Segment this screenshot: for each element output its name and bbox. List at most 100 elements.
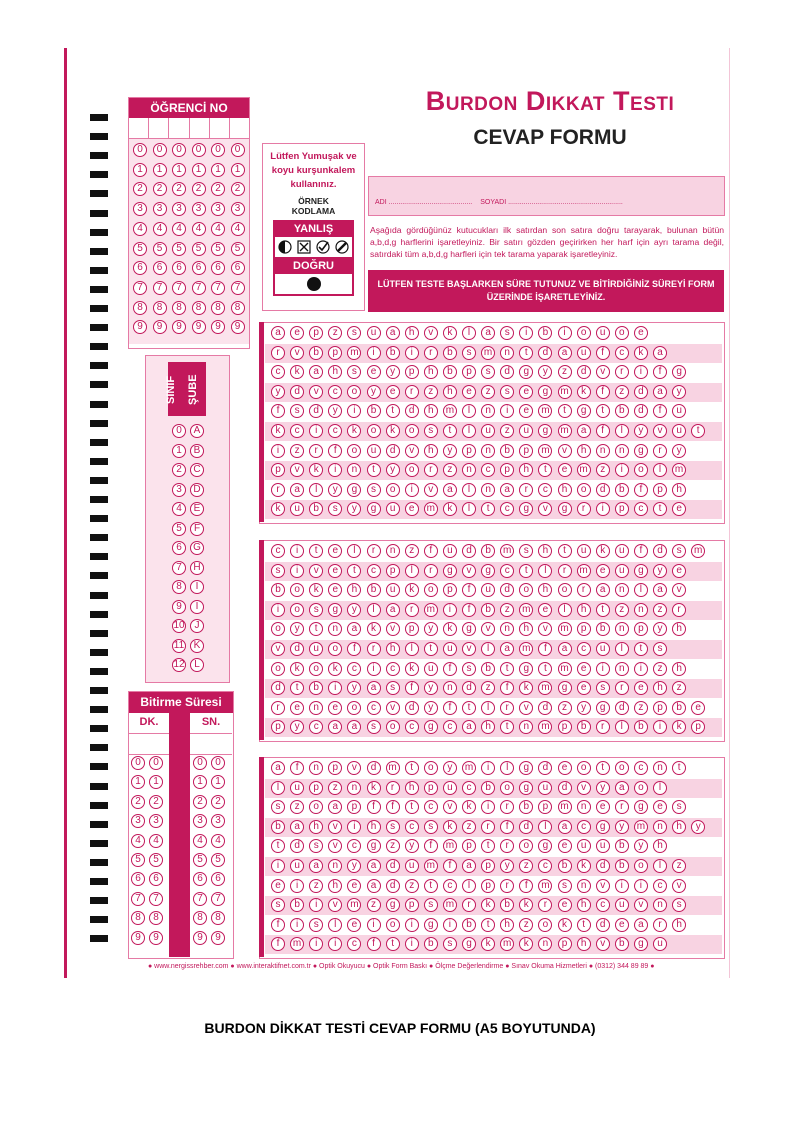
letter-bubble[interactable]: m <box>538 443 553 458</box>
letter-bubble[interactable]: h <box>672 482 687 497</box>
seconds-ones-bubble[interactable]: 9 <box>211 930 225 945</box>
class-bubble[interactable]: 10 <box>172 619 186 633</box>
letter-bubble[interactable]: e <box>595 800 610 815</box>
letter-bubble[interactable]: o <box>633 859 648 873</box>
letter-bubble[interactable]: a <box>653 345 667 360</box>
letter-bubble[interactable]: r <box>519 482 534 497</box>
student-no-bubble[interactable]: 7 <box>230 280 245 295</box>
letter-bubble[interactable]: v <box>328 819 343 834</box>
letter-bubble[interactable]: p <box>328 345 343 360</box>
letter-bubble[interactable]: i <box>633 878 648 893</box>
letter-bubble[interactable]: f <box>595 345 610 360</box>
letter-bubble[interactable]: u <box>290 859 305 873</box>
student-no-bubble[interactable]: 4 <box>133 221 147 236</box>
letter-bubble[interactable]: c <box>423 800 438 815</box>
student-no-bubble[interactable]: 1 <box>133 162 147 177</box>
letter-bubble[interactable]: r <box>271 700 285 715</box>
letter-bubble[interactable]: z <box>557 365 572 380</box>
letter-bubble[interactable]: d <box>404 404 419 419</box>
letter-bubble[interactable]: a <box>481 326 496 340</box>
student-no-bubble[interactable]: 2 <box>191 182 206 197</box>
letter-bubble[interactable]: g <box>633 443 648 458</box>
letter-bubble[interactable]: r <box>576 583 591 598</box>
student-no-bubble[interactable]: 8 <box>152 300 167 315</box>
letter-bubble[interactable]: h <box>576 602 591 617</box>
letter-bubble[interactable]: a <box>442 482 457 497</box>
branch-bubble[interactable]: L <box>190 658 204 672</box>
letter-bubble[interactable]: e <box>576 681 591 696</box>
seconds-tens-bubble[interactable]: 0 <box>193 756 207 770</box>
letter-bubble[interactable]: t <box>385 937 400 952</box>
letter-bubble[interactable]: z <box>423 384 438 399</box>
class-bubble[interactable]: 11 <box>172 638 186 653</box>
seconds-ones-bubble[interactable]: 8 <box>211 911 225 926</box>
letter-bubble[interactable]: e <box>691 700 706 715</box>
letter-bubble[interactable]: f <box>423 544 438 558</box>
letter-bubble[interactable]: i <box>366 661 381 676</box>
seconds-tens-bubble[interactable]: 1 <box>193 775 207 790</box>
letter-bubble[interactable]: b <box>366 583 381 598</box>
letter-bubble[interactable]: t <box>633 642 648 656</box>
letter-bubble[interactable]: y <box>423 681 438 696</box>
letter-bubble[interactable]: n <box>614 583 629 598</box>
letter-bubble[interactable]: u <box>423 661 438 676</box>
letter-bubble[interactable]: t <box>500 661 515 676</box>
letter-bubble[interactable]: i <box>271 859 285 873</box>
letter-bubble[interactable]: k <box>442 819 457 834</box>
letter-bubble[interactable]: r <box>672 602 687 617</box>
student-no-bubble[interactable]: 5 <box>152 241 167 256</box>
seconds-tens-bubble[interactable]: 5 <box>193 853 207 867</box>
letter-bubble[interactable]: k <box>404 583 419 598</box>
surname-field[interactable]: ........................................… <box>508 199 623 206</box>
letter-bubble[interactable]: p <box>442 583 457 598</box>
letter-bubble[interactable]: s <box>385 819 400 834</box>
letter-bubble[interactable]: e <box>633 681 648 696</box>
student-no-bubble[interactable]: 4 <box>152 221 167 236</box>
letter-bubble[interactable]: y <box>595 780 610 795</box>
letter-bubble[interactable]: d <box>366 761 381 775</box>
letter-bubble[interactable]: n <box>481 482 496 497</box>
letter-bubble[interactable]: z <box>614 602 629 617</box>
letter-bubble[interactable]: n <box>653 819 667 834</box>
letter-bubble[interactable]: f <box>633 482 648 497</box>
letter-bubble[interactable]: u <box>385 502 400 517</box>
letter-bubble[interactable]: r <box>423 345 438 360</box>
student-no-bubble[interactable]: 9 <box>191 320 206 335</box>
letter-bubble[interactable]: g <box>595 700 610 715</box>
letter-bubble[interactable]: n <box>614 661 629 676</box>
branch-bubble[interactable]: D <box>190 482 204 497</box>
minutes-ones-bubble[interactable]: 2 <box>149 794 163 809</box>
letter-bubble[interactable]: m <box>519 602 534 617</box>
letter-bubble[interactable]: v <box>557 443 572 458</box>
letter-bubble[interactable]: d <box>385 443 400 458</box>
letter-bubble[interactable]: f <box>595 424 610 438</box>
letter-bubble[interactable]: o <box>576 482 591 497</box>
student-no-bubble[interactable]: 9 <box>211 320 225 335</box>
letter-bubble[interactable]: z <box>404 878 419 893</box>
seconds-ones-bubble[interactable]: 5 <box>211 853 225 867</box>
letter-bubble[interactable]: p <box>519 443 534 458</box>
letter-bubble[interactable]: o <box>366 424 381 438</box>
letter-bubble[interactable]: h <box>442 384 457 399</box>
letter-bubble[interactable]: h <box>576 898 591 913</box>
letter-bubble[interactable]: t <box>347 563 362 578</box>
letter-bubble[interactable]: g <box>366 502 381 517</box>
seconds-ones-bubble[interactable]: 1 <box>211 775 225 790</box>
letter-bubble[interactable]: l <box>309 482 324 497</box>
class-bubble[interactable]: 6 <box>172 541 186 555</box>
letter-bubble[interactable]: t <box>462 700 476 715</box>
letter-bubble[interactable]: a <box>366 681 381 696</box>
letter-bubble[interactable]: y <box>672 384 687 399</box>
letter-bubble[interactable]: v <box>595 878 610 893</box>
letter-bubble[interactable]: m <box>423 602 438 617</box>
letter-bubble[interactable]: t <box>672 761 687 775</box>
letter-bubble[interactable]: f <box>595 384 610 399</box>
letter-bubble[interactable]: u <box>385 583 400 598</box>
letter-bubble[interactable]: m <box>481 345 496 360</box>
letter-bubble[interactable]: v <box>595 365 610 380</box>
letter-bubble[interactable]: n <box>576 800 591 815</box>
letter-bubble[interactable]: t <box>366 463 381 478</box>
letter-bubble[interactable]: s <box>423 424 438 438</box>
letter-bubble[interactable]: o <box>385 482 400 497</box>
letter-bubble[interactable]: y <box>672 443 687 458</box>
